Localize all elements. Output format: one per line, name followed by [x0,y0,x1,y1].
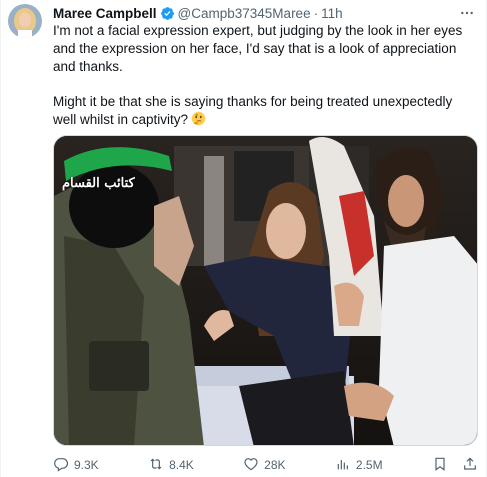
tweet-paragraph-2-text: Might it be that she is saying thanks fo… [53,94,453,127]
repost-count: 8.4K [169,458,194,472]
reply-button[interactable]: 9.3K [53,456,99,475]
bookmark-button[interactable] [432,456,448,475]
share-button[interactable] [462,456,478,475]
like-count: 28K [264,458,286,472]
header-separator: · [313,5,319,21]
author-handle[interactable]: @Campb37345Maree [178,6,311,21]
avatar[interactable] [8,4,42,38]
reply-icon [53,456,69,475]
tweet-header: Maree Campbell @Campb37345Maree · 11h [53,4,343,22]
heart-icon [243,456,259,475]
tweet-timestamp[interactable]: 11h [321,6,343,21]
share-icon [462,456,478,475]
tweet-actions-bar: 9.3K 8.4K 28K 2.5M [53,456,478,474]
like-button[interactable]: 28K [243,456,286,475]
tweet-paragraph-2: Might it be that she is saying thanks fo… [53,93,473,129]
bookmark-icon [432,456,448,475]
thinking-face-emoji-icon [191,111,206,126]
tweet-paragraph-1: I'm not a facial expression expert, but … [53,23,463,74]
tweet-media-image[interactable]: كتائب القسام [53,135,478,446]
secondary-actions [432,456,478,475]
reply-count: 9.3K [74,458,99,472]
repost-icon [148,456,164,475]
media-logo-watermark: كتائب القسام [62,176,135,191]
views-button[interactable]: 2.5M [335,456,383,475]
author-name[interactable]: Maree Campbell [53,6,157,21]
repost-button[interactable]: 8.4K [148,456,194,475]
more-options-icon[interactable] [456,4,478,22]
analytics-icon [335,456,351,475]
views-count: 2.5M [355,458,383,472]
tweet-card[interactable]: Maree Campbell @Campb37345Maree · 11h I'… [0,0,487,477]
verified-badge-icon [160,6,175,21]
tweet-text: I'm not a facial expression expert, but … [53,22,473,146]
